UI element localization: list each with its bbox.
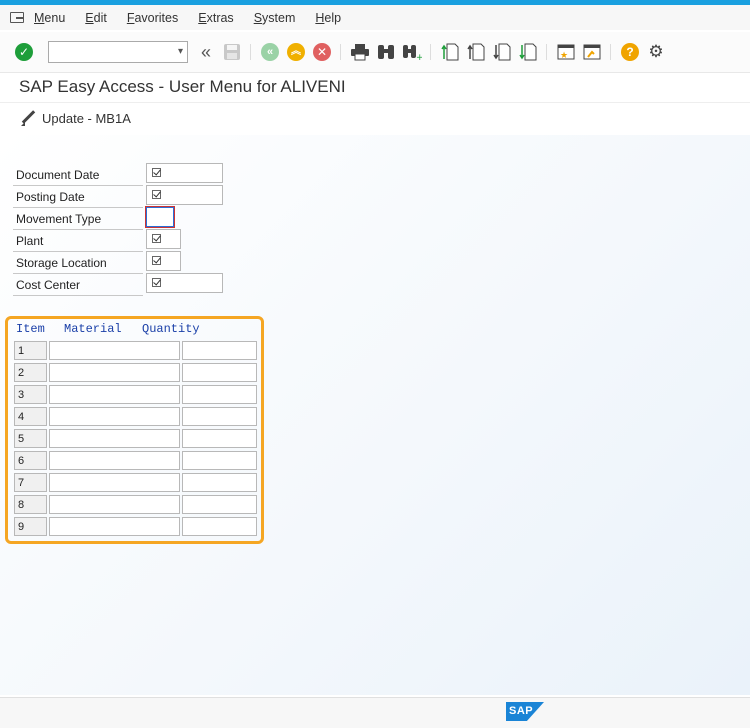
- standard-toolbar: ✓ ▾ « « ︽ ✕ + ★ ? ⚙: [0, 32, 750, 73]
- chevron-down-icon[interactable]: ▾: [178, 46, 183, 57]
- svg-text:★: ★: [560, 51, 568, 61]
- title-bar: SAP Easy Access - User Menu for ALIVENI: [0, 73, 750, 101]
- page-title: SAP Easy Access - User Menu for ALIVENI: [19, 77, 346, 96]
- help-icon[interactable]: ?: [620, 42, 640, 62]
- toolbar-separator: [430, 44, 431, 60]
- last-page-icon[interactable]: [518, 42, 538, 62]
- back-nav-icon[interactable]: «: [196, 42, 216, 62]
- toolbar-separator: [250, 44, 251, 60]
- material-cell[interactable]: [49, 495, 180, 514]
- row-number: 3: [14, 385, 47, 404]
- cost-center-field[interactable]: [146, 273, 223, 293]
- print-icon[interactable]: [350, 42, 370, 62]
- quantity-cell[interactable]: [182, 473, 257, 492]
- previous-page-icon[interactable]: [466, 42, 486, 62]
- material-cell[interactable]: [49, 473, 180, 492]
- material-cell[interactable]: [49, 363, 180, 382]
- quantity-cell[interactable]: [182, 407, 257, 426]
- material-cell[interactable]: [49, 407, 180, 426]
- sap-logo: SAP: [506, 702, 544, 721]
- row-number: 4: [14, 407, 47, 426]
- menu-item-system[interactable]: System: [254, 11, 296, 25]
- update-mb1a-label: Update - MB1A: [42, 110, 131, 126]
- menu-item-favorites[interactable]: Favorites: [127, 11, 178, 25]
- checkbox-icon[interactable]: [152, 278, 161, 287]
- storage-location-field[interactable]: [146, 251, 181, 271]
- find-next-icon[interactable]: +: [402, 42, 422, 62]
- document-date-field[interactable]: [146, 163, 223, 183]
- quantity-cell[interactable]: [182, 451, 257, 470]
- material-cell[interactable]: [49, 429, 180, 448]
- toolbar-separator: [610, 44, 611, 60]
- svg-text:+: +: [416, 53, 422, 61]
- checkbox-icon[interactable]: [152, 234, 161, 243]
- enter-icon[interactable]: ✓: [14, 42, 34, 62]
- toolbar-separator: [546, 44, 547, 60]
- material-cell[interactable]: [49, 517, 180, 536]
- checkbox-icon[interactable]: [152, 256, 161, 265]
- checkbox-icon[interactable]: [152, 168, 161, 177]
- row-number: 5: [14, 429, 47, 448]
- customize-layout-icon[interactable]: ⚙: [646, 42, 666, 62]
- field-label-posting-date: Posting Date: [13, 187, 143, 208]
- back-icon[interactable]: «: [260, 42, 280, 62]
- exit-icon[interactable]: ︽: [286, 42, 306, 62]
- field-label-movement-type: Movement Type: [13, 209, 143, 230]
- column-header-item[interactable]: Item: [16, 322, 45, 336]
- next-page-icon[interactable]: [492, 42, 512, 62]
- column-header-quantity[interactable]: Quantity: [142, 322, 200, 336]
- row-number: 9: [14, 517, 47, 536]
- row-number: 1: [14, 341, 47, 360]
- pencil-icon: [20, 110, 36, 126]
- menu-item-help[interactable]: Help: [315, 11, 341, 25]
- toolbar-separator: [340, 44, 341, 60]
- create-session-icon[interactable]: ★: [556, 42, 576, 62]
- field-label-cost-center: Cost Center: [13, 275, 143, 296]
- application-toolbar: Update - MB1A: [0, 102, 750, 136]
- menu-icon[interactable]: [10, 11, 26, 24]
- row-number: 6: [14, 451, 47, 470]
- generate-shortcut-icon[interactable]: [582, 42, 602, 62]
- row-number: 2: [14, 363, 47, 382]
- quantity-cell[interactable]: [182, 429, 257, 448]
- quantity-cell[interactable]: [182, 363, 257, 382]
- first-page-icon[interactable]: [440, 42, 460, 62]
- quantity-cell[interactable]: [182, 385, 257, 404]
- find-icon[interactable]: [376, 42, 396, 62]
- field-label-storage-location: Storage Location: [13, 253, 143, 274]
- menu-item-extras[interactable]: Extras: [198, 11, 233, 25]
- row-number: 8: [14, 495, 47, 514]
- field-label-document-date: Document Date: [13, 165, 143, 186]
- command-field[interactable]: ▾: [48, 41, 188, 63]
- material-cell[interactable]: [49, 451, 180, 470]
- plant-field[interactable]: [146, 229, 181, 249]
- posting-date-field[interactable]: [146, 185, 223, 205]
- field-label-plant: Plant: [13, 231, 143, 252]
- status-bar: SAP: [0, 697, 750, 728]
- checkbox-icon[interactable]: [152, 190, 161, 199]
- quantity-cell[interactable]: [182, 495, 257, 514]
- update-mb1a-button[interactable]: Update - MB1A: [20, 110, 131, 126]
- row-number: 7: [14, 473, 47, 492]
- save-icon[interactable]: [222, 42, 242, 62]
- menu-item-edit[interactable]: Edit: [85, 11, 107, 25]
- column-header-material[interactable]: Material: [64, 322, 122, 336]
- quantity-cell[interactable]: [182, 341, 257, 360]
- quantity-cell[interactable]: [182, 517, 257, 536]
- material-cell[interactable]: [49, 385, 180, 404]
- movement-type-field[interactable]: [146, 207, 174, 227]
- menu-item-menu[interactable]: Menu: [34, 11, 65, 25]
- material-cell[interactable]: [49, 341, 180, 360]
- menu-bar: Menu Edit Favorites Extras System Help: [0, 5, 750, 30]
- cancel-icon[interactable]: ✕: [312, 42, 332, 62]
